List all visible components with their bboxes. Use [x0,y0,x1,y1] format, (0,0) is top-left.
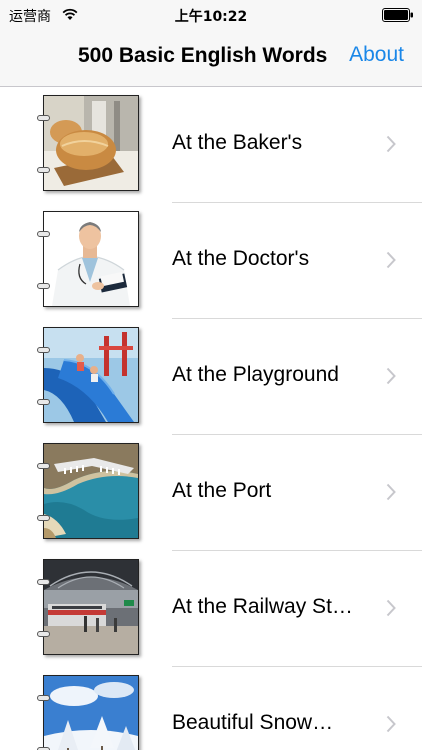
page-title: 500 Basic English Words [78,44,328,67]
thumbnail-frame [37,95,141,191]
thumbnail-frame [37,211,141,307]
list-item-label: At the Railway St… [172,595,353,618]
navigation-bar: 500 Basic English Words About [0,30,422,87]
list-item-playground[interactable]: At the Playground [0,319,422,435]
binder-ring [37,115,50,121]
list-item-bakers[interactable]: At the Baker's [0,87,422,203]
binder-ring [37,399,50,405]
snowy-trees-image [43,675,139,750]
chevron-right-icon [386,135,396,153]
chevron-right-icon [386,367,396,385]
list-item-railway-station[interactable]: At the Railway St… [0,551,422,667]
chevron-right-icon [386,483,396,501]
list-item-beautiful-snow[interactable]: Beautiful Snow… [0,667,422,750]
about-button[interactable]: About [349,43,404,67]
binder-ring [37,347,50,353]
binder-ring [37,167,50,173]
app-screen: 运营商 上午10:22 500 Basic English Words Abou… [0,0,422,750]
binder-ring [37,695,50,701]
chevron-right-icon [386,251,396,269]
list-item-label: At the Port [172,479,272,502]
railway-station-image [43,559,139,655]
thumbnail-frame [37,327,141,423]
battery-icon [382,8,413,22]
doctor-image [43,211,139,307]
status-time: 上午10:22 [174,9,248,25]
binder-ring [37,283,50,289]
binder-ring [37,515,50,521]
status-bar: 运营商 上午10:22 [0,0,422,30]
thumbnail-frame [37,675,141,750]
harbor-aerial-image [43,443,139,539]
topic-list: At the Baker's At the Doctor's At the Pl… [0,87,422,750]
list-item-doctors[interactable]: At the Doctor's [0,203,422,319]
list-item-port[interactable]: At the Port [0,435,422,551]
list-item-label: At the Baker's [172,131,303,154]
playground-slide-image [43,327,139,423]
list-item-label: At the Doctor's [172,247,310,270]
chevron-right-icon [386,715,396,733]
list-item-label: At the Playground [172,363,339,386]
bread-loaf-image [43,95,139,191]
chevron-right-icon [386,599,396,617]
binder-ring [37,579,50,585]
thumbnail-frame [37,443,141,539]
thumbnail-frame [37,559,141,655]
binder-ring [37,231,50,237]
binder-ring [37,631,50,637]
list-item-label: Beautiful Snow… [172,711,334,734]
binder-ring [37,463,50,469]
